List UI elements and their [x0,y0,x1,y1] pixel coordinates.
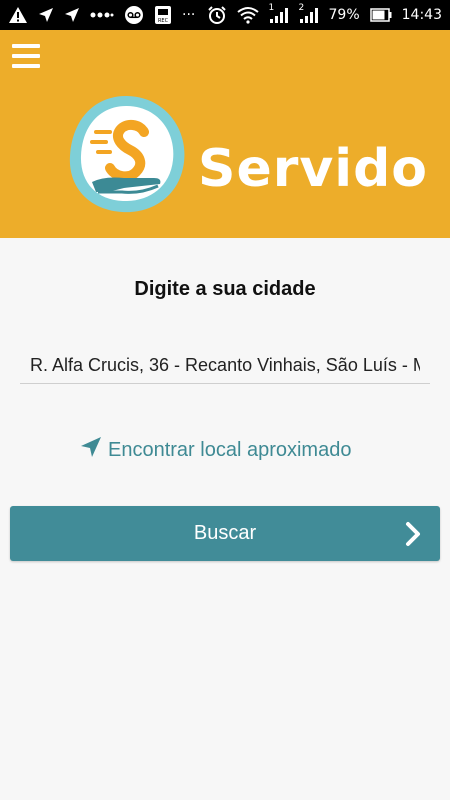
chevron-right-icon [404,521,422,552]
wifi-icon [236,6,259,24]
search-button[interactable]: Buscar [10,506,440,561]
search-button-label: Buscar [193,522,257,544]
sim2-label: 2 [298,3,305,13]
clock: 14:43 [401,7,442,23]
brand-name: Servido [198,138,429,199]
address-input[interactable] [20,348,430,384]
page-title: Digite a sua cidade [134,278,316,300]
send-icon [38,7,54,23]
battery-icon [369,8,392,22]
status-bar-right: 1 2 79% 14:43 [207,3,442,25]
status-bar-left: REC ··· [8,5,195,25]
hamburger-menu-icon[interactable] [12,44,40,68]
find-approx-location-link[interactable]: Encontrar local aproximado [80,436,351,464]
send-icon-2 [64,7,80,23]
more-dots: ··· [182,7,196,23]
alarm-icon [207,5,227,25]
dots-signal-icon [90,10,114,20]
brand-logo: Servido [64,92,428,221]
status-bar: REC ··· 1 2 79% 14:43 [0,0,450,30]
app-header: Servido [0,30,450,238]
battery-percent: 79% [328,7,360,23]
sim1-label: 1 [268,3,275,13]
navigation-arrow-icon [80,436,102,464]
signal-sim1-icon: 1 [268,3,289,24]
logo-emblem-icon [64,92,190,221]
svg-text:REC: REC [158,18,169,24]
voicemail-icon [124,5,144,25]
find-approx-location-label: Encontrar local aproximado [108,438,352,461]
warning-icon [8,6,28,24]
record-icon: REC [154,5,172,25]
signal-sim2-icon: 2 [298,3,319,24]
